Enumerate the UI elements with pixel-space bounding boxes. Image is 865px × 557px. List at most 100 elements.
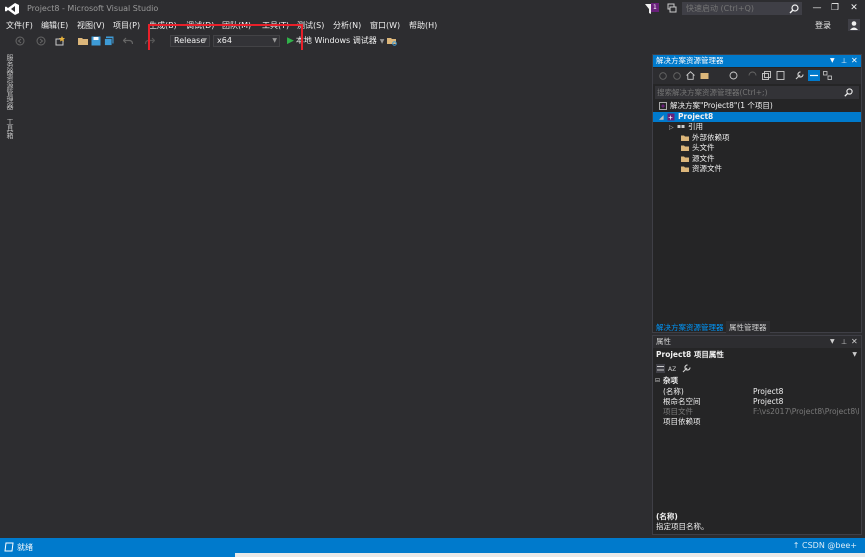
- new-project-icon[interactable]: [55, 36, 65, 46]
- tree-item-label: 资源文件: [692, 164, 722, 173]
- property-key: 项目依赖项: [663, 417, 701, 426]
- minimize-button[interactable]: —: [810, 2, 824, 14]
- home-icon[interactable]: [686, 71, 695, 80]
- toolbox-tab[interactable]: 工具箱: [5, 118, 15, 139]
- editor-area: [18, 50, 650, 538]
- navigate-forward-icon[interactable]: [36, 36, 46, 46]
- pin-icon[interactable]: ⊥: [841, 55, 847, 67]
- panel-menu-chevron-icon[interactable]: ▼: [830, 336, 835, 348]
- properties-object-selector[interactable]: Project8 项目属性 ▼: [653, 349, 861, 361]
- save-all-icon[interactable]: [104, 36, 114, 46]
- panel-menu-chevron-icon[interactable]: ▼: [830, 55, 835, 67]
- navigate-back-icon[interactable]: [15, 36, 25, 46]
- categorized-icon[interactable]: [656, 364, 665, 373]
- pin-icon[interactable]: ⊥: [841, 336, 847, 348]
- switch-views-icon[interactable]: [700, 71, 709, 80]
- solution-explorer-search-input[interactable]: [655, 86, 859, 99]
- close-panel-icon[interactable]: ✕: [851, 336, 858, 348]
- svg-text:+: +: [668, 115, 673, 122]
- show-all-files-icon[interactable]: [776, 71, 785, 80]
- folder-icon: [681, 135, 689, 141]
- chevron-down-icon[interactable]: ▼: [380, 38, 385, 45]
- tree-item-external-dependencies[interactable]: 外部依赖项: [653, 133, 861, 143]
- horizontal-scrollbar[interactable]: [235, 553, 865, 557]
- description-title: (名称): [656, 512, 678, 521]
- visual-studio-logo-icon: [5, 3, 19, 15]
- folder-icon: [681, 166, 689, 172]
- property-value: Project8: [753, 397, 784, 406]
- folder-icon: [681, 156, 689, 162]
- menu-help[interactable]: 帮助(H): [409, 20, 437, 31]
- tab-property-manager[interactable]: 属性管理器: [726, 321, 770, 334]
- solution-explorer-tabs: 解决方案资源管理器 属性管理器: [653, 320, 861, 334]
- solution-node[interactable]: 解决方案"Project8"(1 个项目): [653, 101, 861, 111]
- tree-item-label: 头文件: [692, 143, 715, 152]
- properties-panel: 属性 ▼ ⊥ ✕ Project8 项目属性 ▼ AZ ⊟ 杂项 (名称) Pr…: [652, 335, 862, 535]
- property-value: Project8: [753, 387, 784, 396]
- property-pages-wrench-icon[interactable]: [682, 364, 691, 373]
- references-icon: [677, 125, 685, 128]
- project-node[interactable]: ◢ + Project8: [653, 112, 861, 122]
- notification-count-badge[interactable]: 1: [651, 3, 659, 12]
- tree-item-header-files[interactable]: 头文件: [653, 143, 861, 153]
- properties-toolbar: AZ: [653, 362, 861, 375]
- output-window-icon[interactable]: [4, 542, 14, 552]
- search-icon[interactable]: [844, 88, 853, 97]
- close-button[interactable]: ✕: [847, 2, 861, 14]
- preview-selected-items-icon[interactable]: [808, 70, 820, 81]
- property-key: (名称): [663, 387, 684, 396]
- property-category[interactable]: ⊟ 杂项: [653, 376, 861, 386]
- user-account-icon[interactable]: [848, 19, 860, 31]
- sync-icon[interactable]: [748, 71, 757, 80]
- pending-changes-filter-icon[interactable]: [729, 71, 738, 80]
- solution-explorer-search[interactable]: [655, 86, 859, 99]
- status-text: 就绪: [17, 543, 33, 552]
- tree-item-references[interactable]: ▷ 引用: [653, 122, 861, 132]
- property-row[interactable]: 项目依赖项: [653, 417, 861, 427]
- menu-analyze[interactable]: 分析(N): [333, 20, 361, 31]
- find-in-files-icon[interactable]: [387, 36, 397, 46]
- save-icon[interactable]: [91, 36, 101, 46]
- class-view-icon[interactable]: [823, 71, 832, 80]
- property-row[interactable]: (名称) Project8: [653, 387, 861, 397]
- forward-icon[interactable]: [673, 72, 681, 80]
- collapse-all-icon[interactable]: [762, 71, 771, 80]
- property-row[interactable]: 项目文件 F:\vs2017\Project8\Project8\Pr: [653, 407, 861, 417]
- server-explorer-tab[interactable]: 服务器资源管理器: [5, 54, 15, 110]
- feedback-icon[interactable]: [667, 3, 677, 13]
- chevron-down-icon[interactable]: ▼: [852, 349, 857, 361]
- properties-wrench-icon[interactable]: [795, 71, 804, 80]
- left-tool-strip: 服务器资源管理器 工具箱: [0, 50, 18, 538]
- property-key: 根命名空间: [663, 397, 701, 406]
- quick-launch-input[interactable]: [683, 3, 801, 14]
- tab-solution-explorer[interactable]: 解决方案资源管理器: [653, 321, 727, 334]
- tree-item-resource-files[interactable]: 资源文件: [653, 164, 861, 174]
- menu-window[interactable]: 窗口(W): [370, 20, 400, 31]
- description-text: 指定项目名称。: [656, 522, 709, 531]
- title-bar: Project8 - Microsoft Visual Studio 1 — ❐…: [0, 0, 865, 18]
- property-key: 项目文件: [663, 407, 693, 416]
- property-row[interactable]: 根命名空间 Project8: [653, 397, 861, 407]
- search-icon[interactable]: [789, 4, 799, 14]
- menu-file[interactable]: 文件(F): [6, 20, 33, 31]
- close-panel-icon[interactable]: ✕: [851, 55, 858, 67]
- back-icon[interactable]: [659, 72, 667, 80]
- menu-edit[interactable]: 编辑(E): [41, 20, 68, 31]
- properties-header: 属性 ▼ ⊥ ✕: [653, 336, 861, 348]
- project-label: Project8: [678, 112, 714, 121]
- menu-project[interactable]: 项目(P): [113, 20, 140, 31]
- solution-explorer-title: 解决方案资源管理器: [656, 56, 724, 65]
- menu-view[interactable]: 视图(V): [77, 20, 105, 31]
- quick-launch-box[interactable]: [682, 2, 802, 15]
- solution-label: 解决方案"Project8"(1 个项目): [670, 101, 773, 110]
- collapsed-arrow-icon[interactable]: ▷: [669, 123, 677, 133]
- window-title: Project8 - Microsoft Visual Studio: [27, 4, 159, 13]
- tree-item-source-files[interactable]: 源文件: [653, 154, 861, 164]
- undo-icon[interactable]: [123, 36, 133, 46]
- open-folder-icon[interactable]: [78, 36, 88, 46]
- solution-explorer-toolbar: [653, 68, 861, 84]
- restore-button[interactable]: ❐: [828, 2, 842, 14]
- collapse-minus-icon[interactable]: ⊟: [655, 376, 660, 386]
- alphabetical-icon[interactable]: AZ: [668, 364, 677, 373]
- sign-in-link[interactable]: 登录: [815, 20, 831, 31]
